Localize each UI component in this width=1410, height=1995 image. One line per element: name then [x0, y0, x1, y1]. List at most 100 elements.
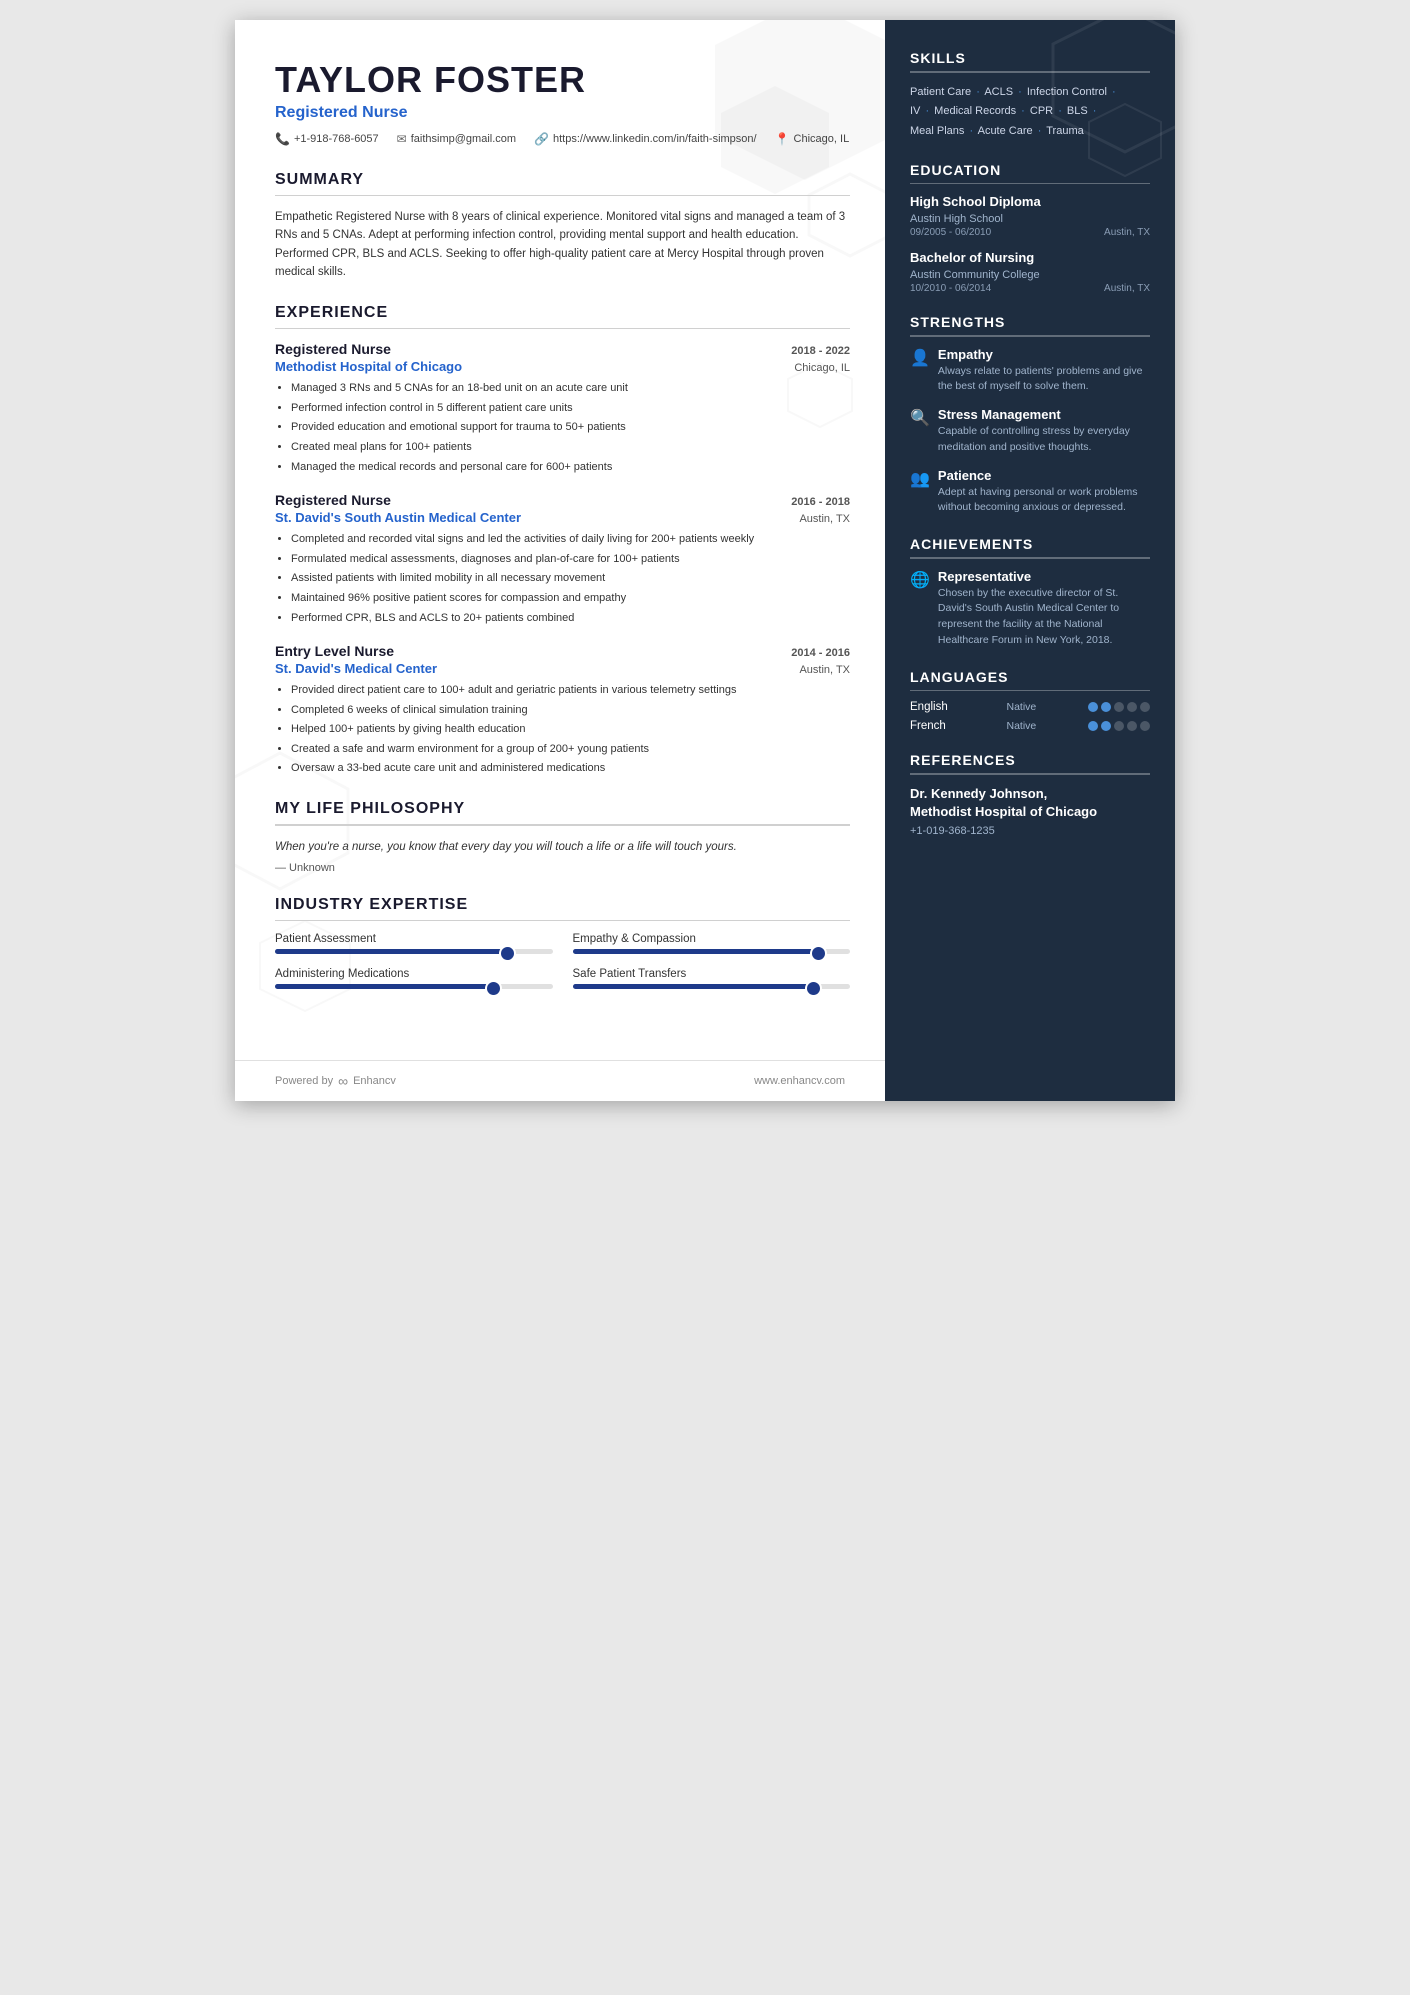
languages-title: LANGUAGES	[910, 669, 1150, 685]
bullet: Performed infection control in 5 differe…	[291, 400, 850, 418]
exp-location-3: Austin, TX	[799, 664, 850, 676]
references-divider	[910, 773, 1150, 775]
edu-location-1: Austin, TX	[1104, 227, 1150, 238]
skills-section: SKILLS Patient Care · ACLS · Infection C…	[910, 50, 1150, 142]
edu-school-2: Austin Community College	[910, 269, 1150, 281]
representative-icon: 🌐	[910, 570, 930, 649]
bullet: Maintained 96% positive patient scores f…	[291, 590, 850, 608]
summary-divider	[275, 195, 850, 197]
lang-dots-2	[1088, 721, 1150, 731]
left-column: TAYLOR FOSTER Registered Nurse 📞 +1-918-…	[235, 20, 885, 1101]
skill-label-1: Patient Assessment	[275, 933, 553, 945]
exp-company-row-1: Methodist Hospital of Chicago Chicago, I…	[275, 359, 850, 374]
contact-phone: 📞 +1-918-768-6057	[275, 132, 379, 146]
lang-dot-empty	[1114, 721, 1124, 731]
lang-dot-empty	[1140, 721, 1150, 731]
strength-3: 👥 Patience Adept at having personal or w…	[910, 468, 1150, 517]
achievements-title: ACHIEVEMENTS	[910, 536, 1150, 552]
skill-bars-grid: Patient Assessment Empathy & Compassion …	[275, 933, 850, 989]
phone-icon: 📞	[275, 132, 290, 146]
education-title: EDUCATION	[910, 162, 1150, 178]
lang-dot-empty	[1140, 702, 1150, 712]
lang-dots-1	[1088, 702, 1150, 712]
contact-location: 📍 Chicago, IL	[775, 132, 850, 146]
lang-dot	[1101, 702, 1111, 712]
exp-header-1: Registered Nurse 2018 - 2022	[275, 341, 850, 357]
strength-desc-3: Adept at having personal or work problem…	[938, 485, 1150, 517]
footer-powered-label: Powered by	[275, 1075, 333, 1087]
resume-header: TAYLOR FOSTER Registered Nurse 📞 +1-918-…	[275, 60, 850, 146]
exp-bullets-3: Provided direct patient care to 100+ adu…	[275, 682, 850, 778]
strengths-section: STRENGTHS 👤 Empathy Always relate to pat…	[910, 314, 1150, 516]
strength-name-1: Empathy	[938, 347, 1150, 362]
reference-name: Dr. Kennedy Johnson,Methodist Hospital o…	[910, 785, 1150, 821]
skill-bar-3: Administering Medications	[275, 968, 553, 989]
exp-company-3: St. David's Medical Center	[275, 661, 437, 676]
strength-content-2: Stress Management Capable of controlling…	[938, 407, 1150, 456]
exp-location-2: Austin, TX	[799, 513, 850, 525]
expertise-title: INDUSTRY EXPERTISE	[275, 896, 850, 914]
edu-dates-2: 10/2010 - 06/2014 Austin, TX	[910, 283, 1150, 294]
email-icon: ✉	[397, 132, 407, 146]
bullet: Provided direct patient care to 100+ adu…	[291, 682, 850, 700]
skill-fill-1	[275, 949, 511, 954]
bullet: Oversaw a 33-bed acute care unit and adm…	[291, 760, 850, 778]
bullet: Completed 6 weeks of clinical simulation…	[291, 702, 850, 720]
edu-school-1: Austin High School	[910, 213, 1150, 225]
references-section: REFERENCES Dr. Kennedy Johnson,Methodist…	[910, 752, 1150, 837]
skill-label-2: Empathy & Compassion	[573, 933, 851, 945]
philosophy-title: MY LIFE PHILOSOPHY	[275, 800, 850, 818]
patience-icon: 👥	[910, 469, 930, 517]
experience-section: EXPERIENCE Registered Nurse 2018 - 2022 …	[275, 304, 850, 778]
strength-name-2: Stress Management	[938, 407, 1150, 422]
strength-content-1: Empathy Always relate to patients' probl…	[938, 347, 1150, 396]
footer: Powered by ∞ Enhancv www.enhancv.com	[235, 1060, 885, 1101]
footer-brand: Powered by ∞ Enhancv	[275, 1073, 396, 1089]
bullet: Formulated medical assessments, diagnose…	[291, 551, 850, 569]
lang-1: English Native	[910, 701, 1150, 713]
candidate-name: TAYLOR FOSTER	[275, 60, 850, 100]
resume-container: TAYLOR FOSTER Registered Nurse 📞 +1-918-…	[235, 20, 1175, 1101]
lang-level-1: Native	[1007, 701, 1057, 713]
exp-bullets-2: Completed and recorded vital signs and l…	[275, 531, 850, 627]
edu-degree-1: High School Diploma	[910, 194, 1150, 211]
exp-role-3: Entry Level Nurse	[275, 643, 394, 659]
exp-role-1: Registered Nurse	[275, 341, 391, 357]
expertise-section: INDUSTRY EXPERTISE Patient Assessment Em…	[275, 896, 850, 990]
bullet: Provided education and emotional support…	[291, 419, 850, 437]
philosophy-attribution: — Unknown	[275, 862, 850, 874]
exp-role-2: Registered Nurse	[275, 492, 391, 508]
philosophy-text: When you're a nurse, you know that every…	[275, 838, 850, 856]
exp-company-1: Methodist Hospital of Chicago	[275, 359, 462, 374]
bullet: Completed and recorded vital signs and l…	[291, 531, 850, 549]
lang-dot-empty	[1114, 702, 1124, 712]
skill-label-4: Safe Patient Transfers	[573, 968, 851, 980]
summary-text: Empathetic Registered Nurse with 8 years…	[275, 208, 850, 282]
expertise-divider	[275, 920, 850, 922]
edu-entry-2: Bachelor of Nursing Austin Community Col…	[910, 250, 1150, 294]
exp-company-row-2: St. David's South Austin Medical Center …	[275, 510, 850, 525]
location-icon: 📍	[775, 132, 790, 146]
skill-fill-2	[573, 949, 823, 954]
bullet: Created meal plans for 100+ patients	[291, 439, 850, 457]
exp-header-2: Registered Nurse 2016 - 2018	[275, 492, 850, 508]
philosophy-divider	[275, 824, 850, 826]
lang-dot-empty	[1127, 721, 1137, 731]
edu-location-2: Austin, TX	[1104, 283, 1150, 294]
enhancv-logo-icon: ∞	[338, 1073, 348, 1089]
linkedin-icon: 🔗	[534, 132, 549, 146]
skill-fill-3	[275, 984, 497, 989]
achievements-section: ACHIEVEMENTS 🌐 Representative Chosen by …	[910, 536, 1150, 649]
exp-header-3: Entry Level Nurse 2014 - 2016	[275, 643, 850, 659]
footer-website: www.enhancv.com	[754, 1075, 845, 1087]
lang-level-2: Native	[1007, 720, 1057, 732]
strength-desc-2: Capable of controlling stress by everyda…	[938, 424, 1150, 456]
edu-date-text-2: 10/2010 - 06/2014	[910, 283, 991, 294]
bullet: Performed CPR, BLS and ACLS to 20+ patie…	[291, 610, 850, 628]
skill-track-2	[573, 949, 851, 954]
edu-degree-2: Bachelor of Nursing	[910, 250, 1150, 267]
lang-dot	[1101, 721, 1111, 731]
bullet: Created a safe and warm environment for …	[291, 741, 850, 759]
lang-dot-empty	[1127, 702, 1137, 712]
lang-name-2: French	[910, 720, 975, 732]
